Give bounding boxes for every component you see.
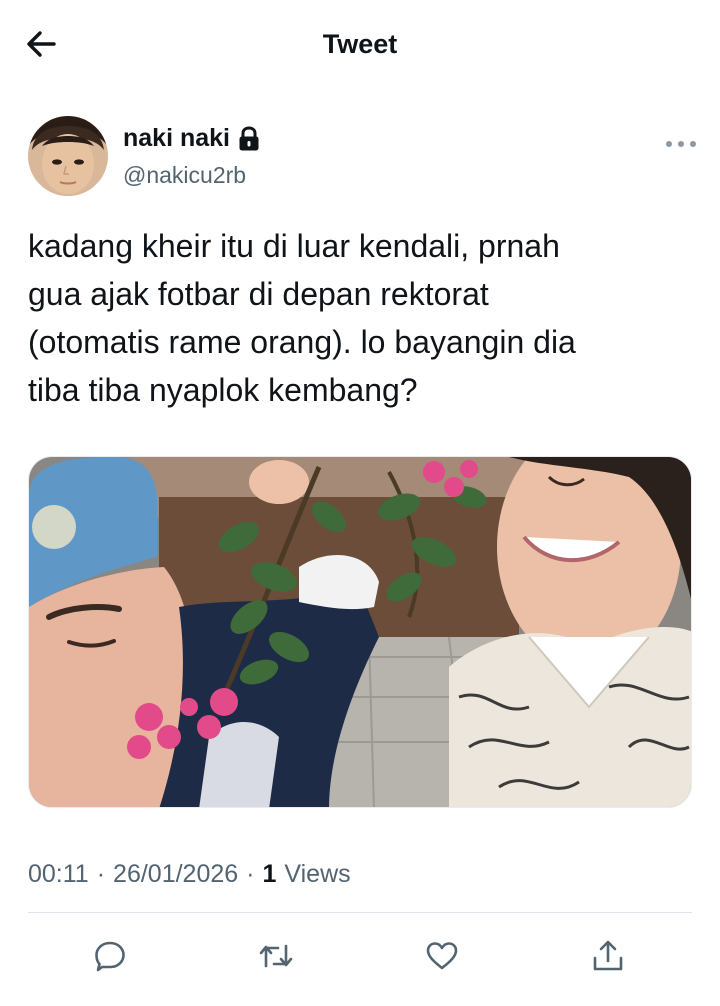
tweet-date: 26/01/2026: [113, 860, 239, 888]
meta-separator: ·: [96, 860, 106, 888]
more-options-button[interactable]: [664, 134, 698, 154]
more-dot: [690, 141, 696, 147]
tweet-text: kadang kheir itu di luar kendali, prnah …: [28, 228, 576, 408]
retweet-button[interactable]: [256, 936, 296, 976]
like-button[interactable]: [422, 936, 462, 976]
retweet-icon: [259, 944, 293, 968]
more-dot: [666, 141, 672, 147]
more-dot: [678, 141, 684, 147]
divider: [28, 912, 692, 913]
heart-icon: [426, 942, 458, 970]
tweet-meta: 00:11 · 26/01/2026 · 1 Views: [28, 860, 351, 889]
top-bar: Tweet: [0, 0, 720, 92]
reply-button[interactable]: [90, 936, 130, 976]
share-button[interactable]: [588, 936, 628, 976]
share-icon: [593, 940, 623, 971]
tweet-photo[interactable]: [28, 456, 692, 808]
tweet-time: 00:11: [28, 860, 89, 888]
views-count[interactable]: 1: [263, 860, 277, 889]
reply-icon: [95, 941, 125, 972]
views-label: Views: [284, 860, 351, 888]
display-name-row: naki naki: [123, 124, 260, 153]
tweet-author: naki naki @nakicu2rb: [28, 116, 698, 198]
display-name[interactable]: naki naki: [123, 124, 230, 153]
meta-separator: ·: [246, 860, 255, 888]
action-bar: [0, 930, 720, 982]
lock-icon: [238, 125, 260, 152]
user-handle[interactable]: @nakicu2rb: [123, 162, 246, 189]
avatar[interactable]: [28, 116, 108, 196]
page-title: Tweet: [322, 29, 398, 59]
